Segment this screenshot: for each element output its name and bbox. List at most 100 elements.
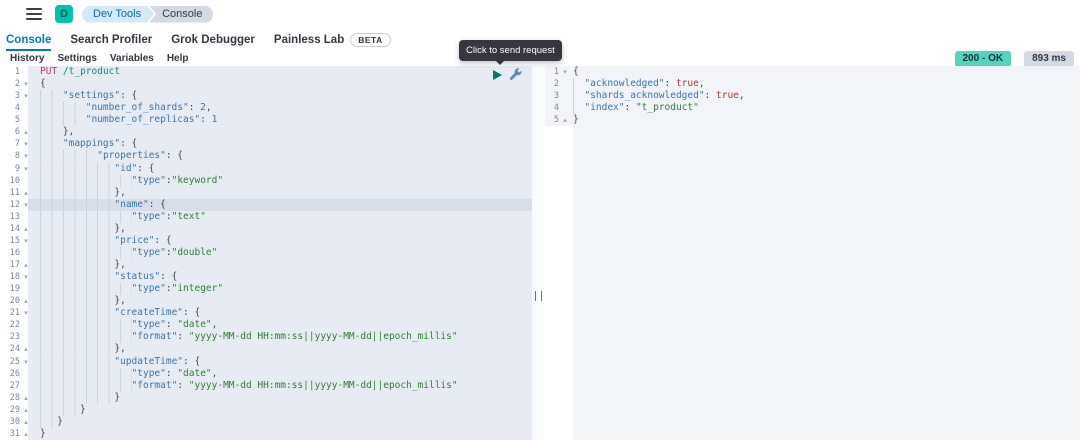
code-line[interactable]: 19"type":"integer" bbox=[0, 283, 532, 295]
tab-console[interactable]: Console bbox=[6, 28, 51, 51]
fold-down-icon[interactable]: ▾ bbox=[20, 78, 32, 90]
code-line[interactable]: 20▴}, bbox=[0, 295, 532, 307]
toolbar-history[interactable]: History bbox=[10, 53, 44, 64]
code-line[interactable]: 26"type": "date", bbox=[0, 368, 532, 380]
fold-up-icon[interactable]: ▴ bbox=[20, 416, 32, 428]
code-line[interactable]: 5"number_of_replicas": 1 bbox=[0, 114, 532, 126]
fold-up-icon[interactable]: ▴ bbox=[20, 223, 32, 235]
elastic-logo[interactable]: D bbox=[55, 5, 73, 23]
breadcrumb-dev-tools[interactable]: Dev Tools bbox=[82, 6, 154, 23]
fold-down-icon[interactable]: ▾ bbox=[20, 271, 32, 283]
fold-placeholder bbox=[20, 380, 32, 392]
code-line[interactable]: 10"type":"keyword" bbox=[0, 175, 532, 187]
code-line[interactable]: 6▴}, bbox=[0, 126, 532, 138]
code-text: "format": "yyyy-MM-dd HH:mm:ss||yyyy-MM-… bbox=[32, 380, 532, 392]
indent-guides bbox=[40, 126, 63, 138]
line-number: 9 bbox=[0, 163, 20, 175]
fold-down-icon[interactable]: ▾ bbox=[20, 235, 32, 247]
fold-up-icon[interactable]: ▴ bbox=[20, 126, 32, 138]
line-number: 5 bbox=[545, 114, 559, 126]
fold-up-icon[interactable]: ▴ bbox=[20, 428, 32, 440]
response-time-badge: 893 ms bbox=[1024, 51, 1074, 67]
tab-painless-lab[interactable]: Painless Lab BETA bbox=[274, 28, 391, 51]
code-line[interactable]: 7▾"mappings": { bbox=[0, 138, 532, 150]
fold-down-icon[interactable]: ▾ bbox=[20, 307, 32, 319]
code-line[interactable]: 16"type":"double" bbox=[0, 247, 532, 259]
line-number: 14 bbox=[0, 223, 20, 235]
toolbar-variables[interactable]: Variables bbox=[110, 53, 154, 64]
code-line[interactable]: 24▴}, bbox=[0, 343, 532, 355]
tab-console-label: Console bbox=[6, 34, 51, 46]
indent-guides bbox=[40, 404, 80, 416]
code-line[interactable]: 14▴}, bbox=[0, 223, 532, 235]
code-line[interactable]: 2"acknowledged": true, bbox=[545, 78, 1080, 90]
code-line[interactable]: 1PUT /t_product bbox=[0, 66, 532, 78]
code-line[interactable]: 3"shards_acknowledged": true, bbox=[545, 90, 1080, 102]
toolbar-help[interactable]: Help bbox=[167, 53, 189, 64]
menu-hamburger-icon[interactable] bbox=[26, 8, 42, 20]
code-line[interactable]: 9▾"id": { bbox=[0, 163, 532, 175]
code-line[interactable]: 25▾"updateTime": { bbox=[0, 356, 532, 368]
indent-guides bbox=[40, 416, 57, 428]
request-editor[interactable]: 1PUT /t_product2▾{3▾"settings": {4"numbe… bbox=[0, 66, 532, 440]
line-number: 30 bbox=[0, 416, 20, 428]
code-line[interactable]: 18▾"status": { bbox=[0, 271, 532, 283]
request-options-wrench-icon[interactable] bbox=[509, 68, 522, 81]
fold-up-icon[interactable]: ▴ bbox=[20, 295, 32, 307]
code-line[interactable]: 4"number_of_shards": 2, bbox=[0, 102, 532, 114]
resize-grip-icon bbox=[535, 291, 542, 301]
fold-down-icon[interactable]: ▾ bbox=[20, 138, 32, 150]
code-line[interactable]: 23"format": "yyyy-MM-dd HH:mm:ss||yyyy-M… bbox=[0, 331, 532, 343]
response-viewer[interactable]: 1▾{2"acknowledged": true,3"shards_acknow… bbox=[545, 66, 1080, 440]
code-line[interactable]: 29▴} bbox=[0, 404, 532, 416]
code-line[interactable]: 13"type":"text" bbox=[0, 211, 532, 223]
code-line[interactable]: 11▴}, bbox=[0, 187, 532, 199]
code-line[interactable]: 5▴} bbox=[545, 114, 1080, 126]
fold-up-icon[interactable]: ▴ bbox=[20, 392, 32, 404]
toolbar-settings[interactable]: Settings bbox=[57, 53, 96, 64]
code-text: } bbox=[571, 114, 1080, 126]
fold-down-icon[interactable]: ▾ bbox=[559, 66, 571, 78]
panel-resize-handle[interactable] bbox=[532, 66, 545, 440]
code-text: "type":"text" bbox=[32, 211, 532, 223]
code-line[interactable]: 28▴} bbox=[0, 392, 532, 404]
tab-search-profiler[interactable]: Search Profiler bbox=[70, 28, 152, 51]
code-line[interactable]: 22"type": "date", bbox=[0, 319, 532, 331]
code-line[interactable]: 31▴} bbox=[0, 428, 532, 440]
code-text: }, bbox=[32, 126, 532, 138]
breadcrumb-console[interactable]: Console bbox=[149, 6, 213, 23]
code-line[interactable]: 2▾{ bbox=[0, 78, 532, 90]
indent-guides bbox=[573, 102, 584, 114]
code-line[interactable]: 21▾"createTime": { bbox=[0, 307, 532, 319]
fold-down-icon[interactable]: ▾ bbox=[20, 199, 32, 211]
fold-up-icon[interactable]: ▴ bbox=[20, 259, 32, 271]
fold-up-icon[interactable]: ▴ bbox=[20, 404, 32, 416]
code-line[interactable]: 8▾"properties": { bbox=[0, 150, 532, 162]
fold-down-icon[interactable]: ▾ bbox=[20, 356, 32, 368]
line-number: 20 bbox=[0, 295, 20, 307]
code-line[interactable]: 12▾"name": { bbox=[0, 199, 532, 211]
tab-grok-debugger[interactable]: Grok Debugger bbox=[171, 28, 255, 51]
code-line[interactable]: 1▾{ bbox=[545, 66, 1080, 78]
send-request-play-icon[interactable] bbox=[493, 70, 502, 80]
indent-guides bbox=[40, 187, 114, 199]
fold-down-icon[interactable]: ▾ bbox=[20, 90, 32, 102]
fold-up-icon[interactable]: ▴ bbox=[559, 114, 571, 126]
code-line[interactable]: 15▾"price": { bbox=[0, 235, 532, 247]
fold-up-icon[interactable]: ▴ bbox=[20, 343, 32, 355]
indent-guides bbox=[40, 223, 114, 235]
code-line[interactable]: 4"index": "t_product" bbox=[545, 102, 1080, 114]
indent-guides bbox=[40, 114, 86, 126]
indent-guides bbox=[40, 150, 97, 162]
code-line[interactable]: 27 "format": "yyyy-MM-dd HH:mm:ss||yyyy-M… bbox=[0, 380, 532, 392]
fold-down-icon[interactable]: ▾ bbox=[20, 163, 32, 175]
code-line[interactable]: 17▴}, bbox=[0, 259, 532, 271]
fold-down-icon[interactable]: ▾ bbox=[20, 150, 32, 162]
fold-up-icon[interactable]: ▴ bbox=[20, 187, 32, 199]
line-number: 11 bbox=[0, 187, 20, 199]
code-text: "format": "yyyy-MM-dd HH:mm:ss||yyyy-MM-… bbox=[32, 331, 532, 343]
code-line[interactable]: 30▴} bbox=[0, 416, 532, 428]
line-number: 1 bbox=[0, 66, 20, 78]
line-number: 27 bbox=[0, 380, 20, 392]
code-line[interactable]: 3▾"settings": { bbox=[0, 90, 532, 102]
